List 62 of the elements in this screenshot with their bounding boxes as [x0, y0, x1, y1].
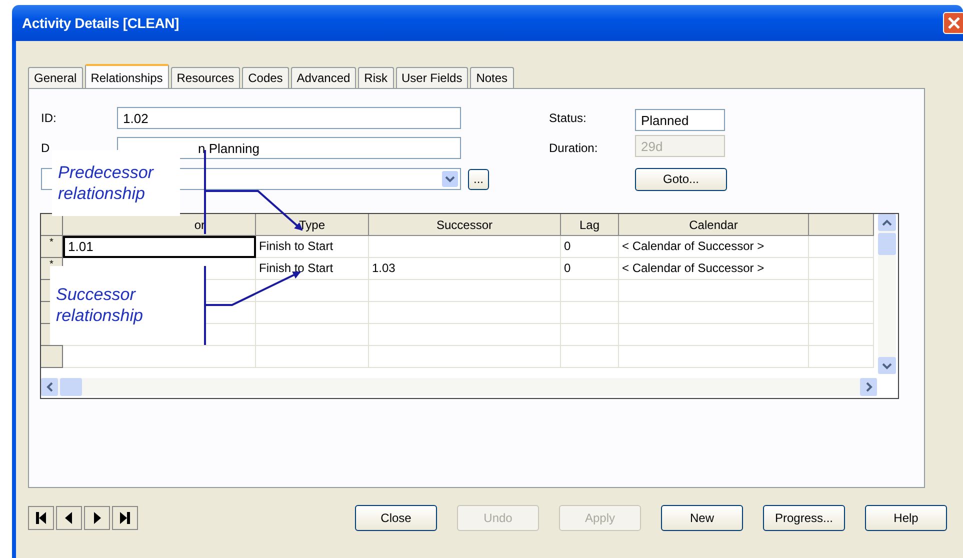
table-cell: [561, 280, 619, 302]
table-cell: [809, 324, 874, 346]
table-cell[interactable]: 1.01: [63, 236, 256, 258]
table-cell: < Calendar of Successor >: [619, 236, 809, 258]
dialog-button[interactable]: Help: [865, 505, 947, 531]
last-record-icon[interactable]: [112, 506, 138, 530]
tab[interactable]: General: [28, 67, 83, 88]
field-label: Duration:: [549, 141, 598, 155]
field-label: D: [41, 141, 50, 155]
column-header[interactable]: Lag: [561, 214, 619, 236]
next-icon[interactable]: [84, 506, 110, 530]
field-label: Status:: [549, 111, 586, 125]
column-header[interactable]: or: [63, 214, 256, 236]
goto-button[interactable]: Goto...: [635, 168, 727, 190]
column-header: [809, 214, 874, 236]
scroll-up-icon[interactable]: [878, 214, 896, 231]
previous-icon[interactable]: [56, 506, 82, 530]
tab[interactable]: Risk: [358, 67, 394, 88]
row-marker[interactable]: *: [41, 236, 63, 258]
first-record-icon[interactable]: [28, 506, 54, 530]
scroll-down-icon[interactable]: [878, 357, 896, 374]
close-icon[interactable]: [943, 12, 963, 34]
table-cell: [561, 324, 619, 346]
tab[interactable]: User Fields: [396, 67, 468, 88]
table-cell: Finish to Start: [256, 258, 369, 280]
window-title: Activity Details [CLEAN]: [22, 15, 180, 31]
table-cell: [809, 258, 874, 280]
table-cell: 1.03: [369, 258, 561, 280]
status-field[interactable]: Planned: [635, 109, 725, 131]
table-cell: [809, 280, 874, 302]
table-cell: 0: [561, 258, 619, 280]
corner-header: [41, 214, 63, 236]
dialog-button[interactable]: Progress...: [763, 505, 845, 531]
table-cell: [809, 302, 874, 324]
table-cell: [809, 236, 874, 258]
table-cell: Finish to Start: [256, 236, 369, 258]
tab[interactable]: Advanced: [290, 67, 356, 88]
scroll-left-icon[interactable]: [41, 378, 58, 396]
column-header[interactable]: Successor: [369, 214, 561, 236]
tab[interactable]: Relationships: [84, 64, 169, 89]
scroll-thumb[interactable]: [878, 233, 896, 255]
table-cell: 0: [561, 236, 619, 258]
scroll-right-icon[interactable]: [860, 378, 877, 396]
field-label: ID:: [41, 111, 56, 125]
id-field[interactable]: 1.02: [117, 107, 461, 129]
tab[interactable]: Resources: [170, 67, 240, 88]
scroll-thumb[interactable]: [60, 378, 82, 396]
row-header[interactable]: [41, 346, 63, 368]
table-cell: < Calendar of Successor >: [619, 258, 809, 280]
tab[interactable]: Notes: [470, 67, 514, 88]
dialog-button[interactable]: New: [661, 505, 743, 531]
tab[interactable]: Codes: [242, 67, 289, 88]
callout-tooltip: Successor relationship: [50, 266, 205, 345]
browse-button[interactable]: ...: [468, 168, 489, 190]
dialog-button[interactable]: Close: [355, 505, 437, 531]
callout-tooltip: Predecessor relationship: [52, 150, 180, 216]
horizontal-scrollbar[interactable]: [41, 378, 877, 396]
table-cell: [809, 346, 874, 368]
table-cell: [561, 302, 619, 324]
column-header[interactable]: Calendar: [619, 214, 809, 236]
vertical-scrollbar[interactable]: [878, 214, 896, 374]
table-cell: [561, 346, 619, 368]
